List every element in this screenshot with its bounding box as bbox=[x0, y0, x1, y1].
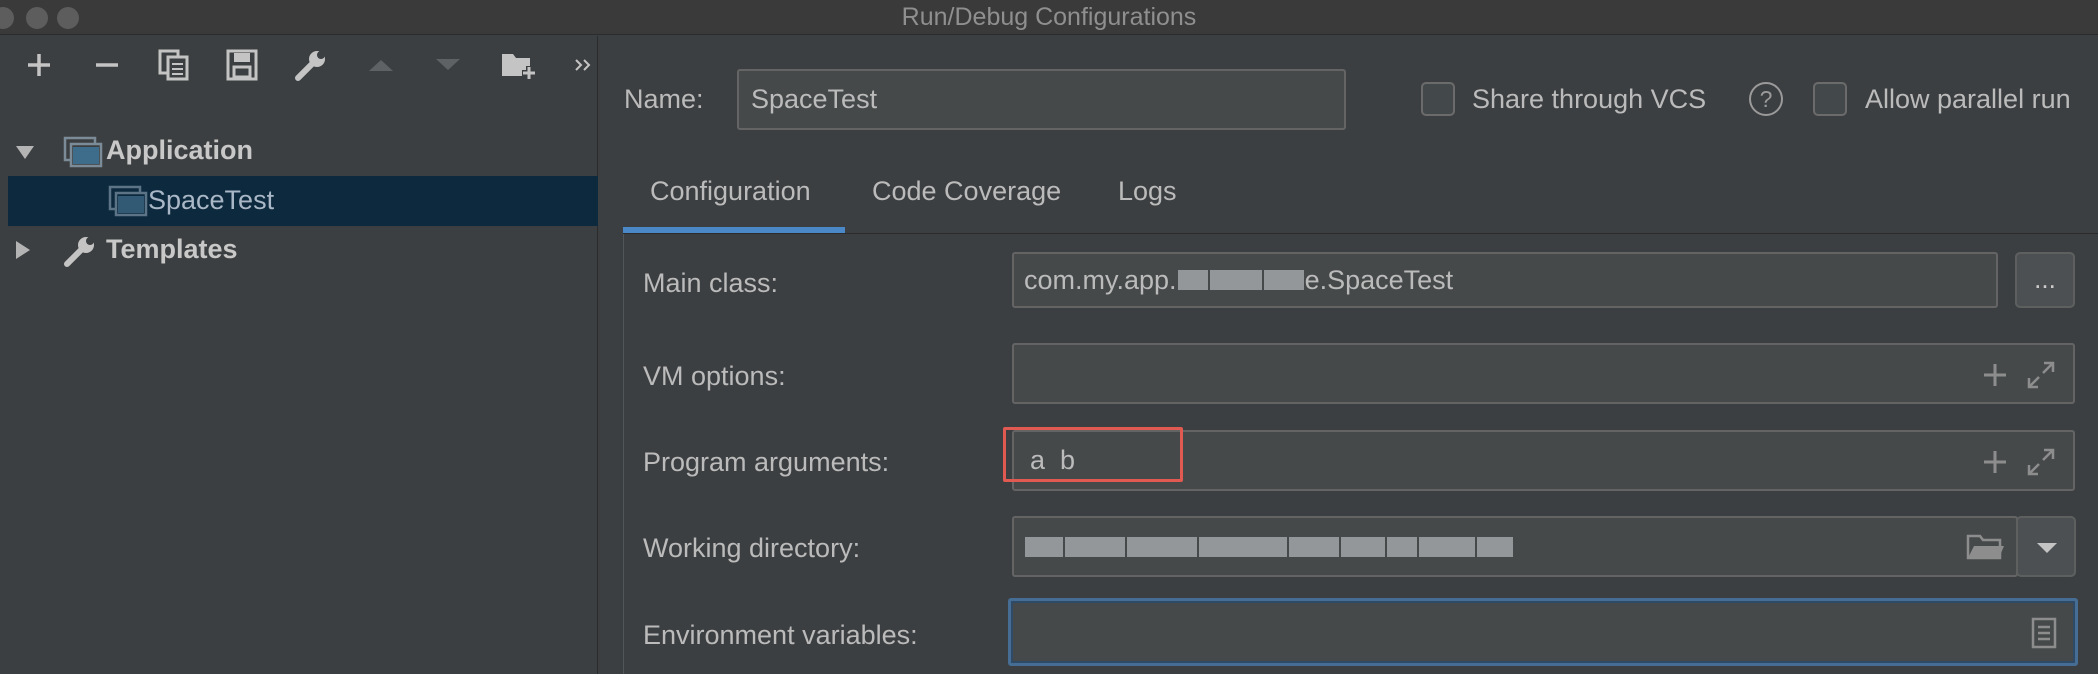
move-down-icon[interactable] bbox=[427, 44, 469, 86]
redacted-text bbox=[1209, 270, 1262, 290]
vm-options-label: VM options: bbox=[643, 361, 786, 391]
wrench-icon bbox=[64, 237, 94, 267]
redacted-text bbox=[1127, 536, 1197, 557]
working-directory-dropdown[interactable] bbox=[2016, 516, 2076, 577]
title-bar: Run/Debug Configurations bbox=[0, 0, 2098, 35]
folder-icon[interactable] bbox=[1966, 532, 2006, 562]
new-folder-icon[interactable] bbox=[496, 44, 542, 86]
chevron-down-icon bbox=[2037, 543, 2057, 553]
add-icon[interactable] bbox=[18, 44, 60, 86]
working-directory-input[interactable] bbox=[1012, 516, 2018, 577]
redacted-text bbox=[1263, 270, 1304, 290]
vm-options-input[interactable] bbox=[1012, 343, 2075, 404]
redacted-text bbox=[1477, 536, 1513, 557]
redacted-text bbox=[1065, 536, 1125, 557]
tree-node-application[interactable]: Application bbox=[8, 127, 598, 177]
redacted-text bbox=[1025, 536, 1063, 557]
tab-code-coverage[interactable]: Code Coverage bbox=[872, 176, 1061, 207]
name-input[interactable]: SpaceTest bbox=[737, 69, 1346, 130]
tree-node-spacetest[interactable]: SpaceTest bbox=[8, 176, 598, 226]
expanded-arrow-icon[interactable] bbox=[14, 141, 36, 163]
tree-label-application: Application bbox=[106, 135, 253, 165]
tree-label-templates: Templates bbox=[106, 234, 238, 264]
redacted-text bbox=[1177, 270, 1208, 290]
wrench-icon[interactable] bbox=[290, 44, 332, 86]
expand-icon[interactable] bbox=[2026, 360, 2056, 390]
environment-variables-input[interactable] bbox=[1008, 598, 2078, 666]
program-arguments-label: Program arguments: bbox=[643, 447, 890, 477]
application-icon bbox=[108, 185, 148, 217]
main-class-label: Main class: bbox=[643, 268, 779, 298]
name-input-value: SpaceTest bbox=[751, 84, 878, 114]
main-class-prefix: com.my.app. bbox=[1024, 264, 1177, 295]
save-icon[interactable] bbox=[221, 44, 263, 86]
copy-icon[interactable] bbox=[153, 44, 195, 86]
tree-label-spacetest: SpaceTest bbox=[148, 185, 275, 215]
configurations-toolbar bbox=[0, 36, 598, 94]
expand-icon[interactable] bbox=[2026, 447, 2056, 477]
redacted-text bbox=[1341, 536, 1385, 557]
redacted-text bbox=[1199, 536, 1287, 557]
plus-icon[interactable] bbox=[1982, 449, 2008, 475]
main-class-input[interactable]: com.my.app. e.SpaceTest bbox=[1012, 252, 1998, 308]
tab-configuration[interactable]: Configuration bbox=[650, 176, 811, 207]
annotation-highlight-box bbox=[1003, 427, 1183, 482]
allow-parallel-label: Allow parallel run bbox=[1865, 84, 2071, 114]
allow-parallel-checkbox[interactable] bbox=[1813, 82, 1847, 116]
window-title: Run/Debug Configurations bbox=[901, 3, 1197, 31]
remove-icon[interactable] bbox=[86, 44, 128, 86]
redacted-text bbox=[1419, 536, 1475, 557]
browse-main-class-button[interactable]: ... bbox=[2015, 252, 2075, 308]
help-icon[interactable]: ? bbox=[1749, 82, 1783, 116]
share-vcs-checkbox[interactable] bbox=[1421, 82, 1455, 116]
name-label: Name: bbox=[624, 84, 704, 114]
working-directory-label: Working directory: bbox=[643, 533, 861, 563]
environment-variables-label: Environment variables: bbox=[643, 620, 918, 650]
application-icon bbox=[63, 136, 103, 168]
share-vcs-label: Share through VCS bbox=[1472, 84, 1707, 114]
tree-node-templates[interactable]: Templates bbox=[8, 226, 598, 276]
redacted-text bbox=[1289, 536, 1339, 557]
move-up-icon[interactable] bbox=[360, 44, 402, 86]
more-icon[interactable] bbox=[568, 44, 598, 86]
redacted-text bbox=[1387, 536, 1417, 557]
edit-document-icon[interactable] bbox=[2031, 617, 2057, 649]
tab-logs[interactable]: Logs bbox=[1118, 176, 1177, 207]
plus-icon[interactable] bbox=[1982, 362, 2008, 388]
main-class-suffix: e.SpaceTest bbox=[1304, 264, 1454, 295]
collapsed-arrow-icon[interactable] bbox=[12, 239, 34, 261]
